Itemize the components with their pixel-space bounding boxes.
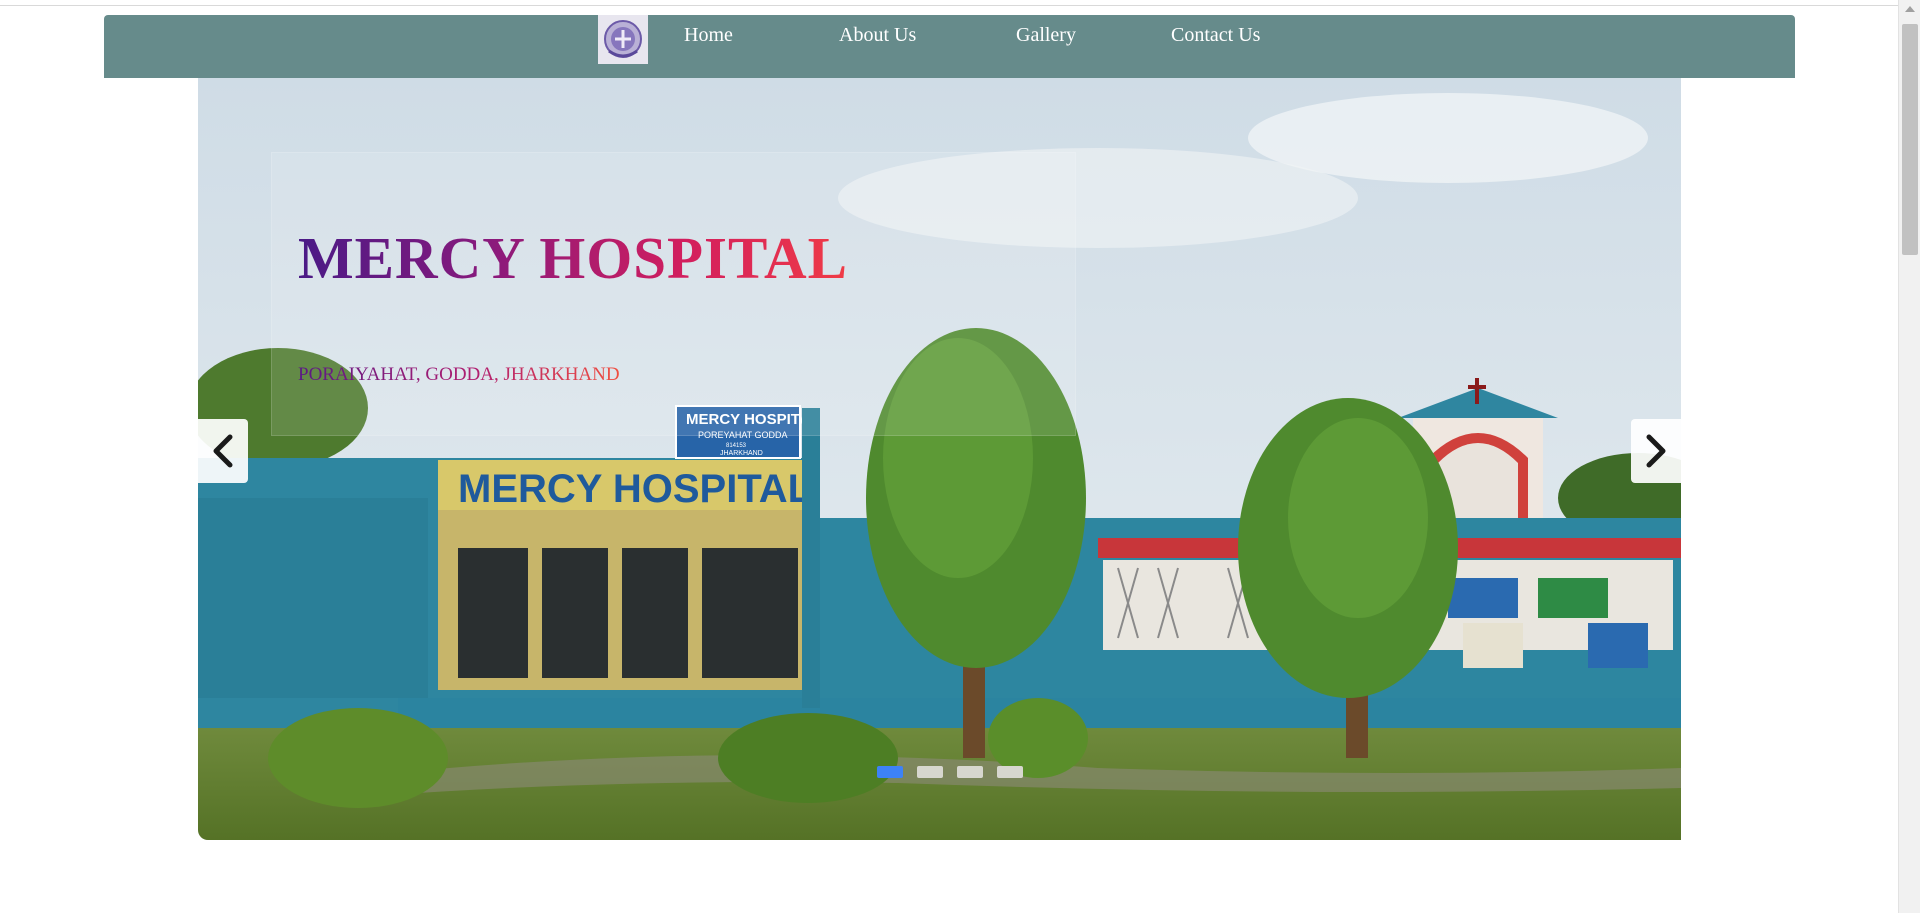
scrollbar-thumb[interactable] xyxy=(1902,24,1918,255)
nav-gallery-link[interactable]: Gallery xyxy=(1016,24,1076,47)
top-divider xyxy=(0,0,1898,6)
nav-about-link[interactable]: About Us xyxy=(839,24,916,47)
scroll-up-arrow-icon[interactable] xyxy=(1905,6,1915,12)
carousel-prev-button[interactable] xyxy=(198,419,248,483)
carousel-indicator-2[interactable] xyxy=(917,766,943,778)
chevron-left-icon xyxy=(213,434,233,468)
hero-subtitle: PORAIYAHAT, GODDA, JHARKHAND xyxy=(298,364,620,385)
carousel-indicator-3[interactable] xyxy=(957,766,983,778)
carousel-indicator-1[interactable] xyxy=(877,766,903,778)
page-scrollbar[interactable] xyxy=(1898,0,1920,913)
roof-sign-line2: 814153 xyxy=(726,443,747,449)
hospital-crest-icon xyxy=(604,19,642,58)
hospital-logo[interactable] xyxy=(598,15,648,64)
hero-caption-panel xyxy=(271,152,1076,436)
nav-contact-link[interactable]: Contact Us xyxy=(1171,24,1260,47)
hero-carousel: MERCY HOSPITAL MERCY HOSPITAL POREYAHAT … xyxy=(198,78,1681,840)
building-sign-text: MERCY HOSPITAL xyxy=(458,467,812,511)
hero-title: MERCY HOSPITAL xyxy=(298,225,848,291)
carousel-indicator-4[interactable] xyxy=(997,766,1023,778)
chevron-right-icon xyxy=(1646,434,1666,468)
nav-home-link[interactable]: Home xyxy=(684,24,733,47)
top-navbar: Home About Us Gallery Contact Us xyxy=(104,15,1795,78)
roof-sign-line3: JHARKHAND xyxy=(720,450,763,457)
carousel-next-button[interactable] xyxy=(1631,419,1681,483)
carousel-indicators xyxy=(877,766,1023,778)
